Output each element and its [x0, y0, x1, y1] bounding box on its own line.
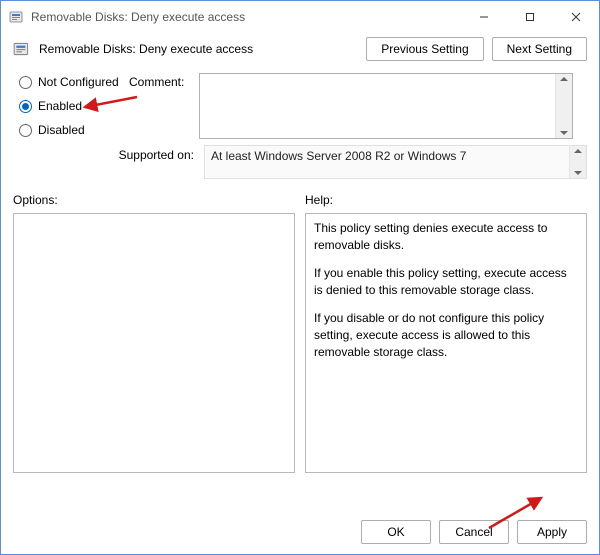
scroll-up-icon	[560, 77, 568, 81]
scroll-up-icon	[574, 149, 582, 153]
policy-name: Removable Disks: Deny execute access	[39, 42, 366, 56]
footer: OK Cancel Apply	[1, 510, 599, 554]
close-button[interactable]	[553, 1, 599, 33]
scrollbar[interactable]	[569, 146, 586, 178]
supported-on-field: At least Windows Server 2008 R2 or Windo…	[204, 145, 587, 179]
scrollbar[interactable]	[555, 74, 572, 138]
lower-area: Options: Help: This policy setting denie…	[1, 179, 599, 510]
scroll-down-icon	[574, 171, 582, 175]
radio-enabled[interactable]: Enabled	[19, 99, 129, 113]
cancel-button[interactable]: Cancel	[439, 520, 509, 544]
help-label: Help:	[305, 193, 587, 207]
supported-on-label: Supported on:	[19, 145, 204, 162]
apply-button[interactable]: Apply	[517, 520, 587, 544]
policy-editor-window: Removable Disks: Deny execute access Rem…	[0, 0, 600, 555]
supported-on-value: At least Windows Server 2008 R2 or Windo…	[211, 149, 466, 163]
options-label: Options:	[13, 193, 295, 207]
help-panel: This policy setting denies execute acces…	[305, 213, 587, 473]
help-text: This policy setting denies execute acces…	[314, 220, 578, 255]
radio-label: Enabled	[38, 99, 82, 113]
radio-icon	[19, 76, 32, 89]
help-text: If you disable or do not configure this …	[314, 310, 578, 362]
radio-icon	[19, 100, 32, 113]
radio-not-configured[interactable]: Not Configured	[19, 75, 129, 89]
window-title: Removable Disks: Deny execute access	[31, 10, 461, 24]
radio-label: Disabled	[38, 123, 85, 137]
radio-disabled[interactable]: Disabled	[19, 123, 129, 137]
scroll-down-icon	[560, 131, 568, 135]
settings-area: Not Configured Enabled Disabled Comment:	[1, 67, 599, 179]
minimize-button[interactable]	[461, 1, 507, 33]
titlebar: Removable Disks: Deny execute access	[1, 1, 599, 33]
comment-textarea[interactable]	[199, 73, 573, 139]
ok-button[interactable]: OK	[361, 520, 431, 544]
policy-icon	[13, 40, 31, 58]
header-row: Removable Disks: Deny execute access Pre…	[1, 33, 599, 67]
help-text: If you enable this policy setting, execu…	[314, 265, 578, 300]
maximize-button[interactable]	[507, 1, 553, 33]
radio-label: Not Configured	[38, 75, 119, 89]
options-panel	[13, 213, 295, 473]
next-setting-button[interactable]: Next Setting	[492, 37, 587, 61]
policy-icon	[9, 9, 25, 25]
previous-setting-button[interactable]: Previous Setting	[366, 37, 483, 61]
radio-icon	[19, 124, 32, 137]
comment-label: Comment:	[129, 73, 199, 89]
